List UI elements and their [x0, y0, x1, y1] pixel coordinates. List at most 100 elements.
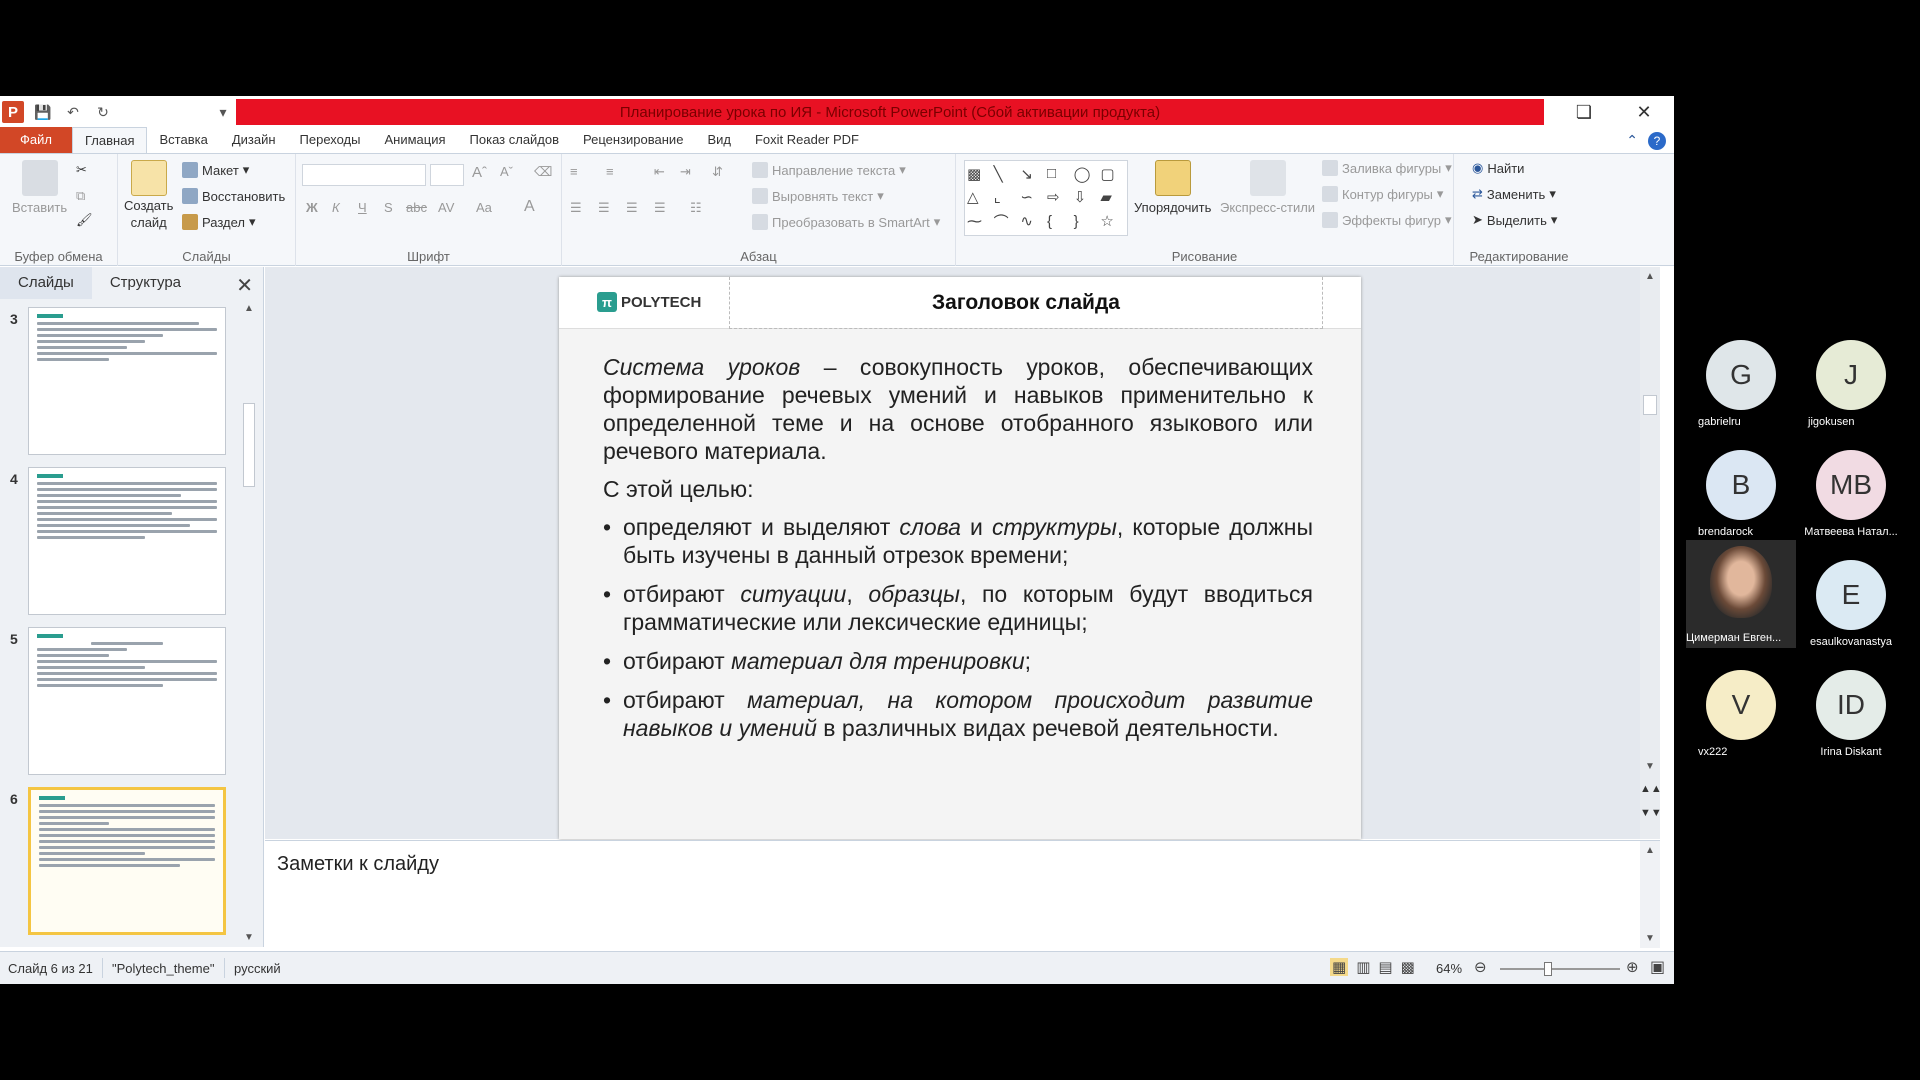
numbering-icon[interactable]: ≡ — [606, 164, 614, 179]
tab-transitions[interactable]: Переходы — [288, 127, 373, 153]
participant-tile[interactable]: MB Матвеева Натал... — [1796, 450, 1906, 560]
layout-button[interactable]: Макет ▾ — [182, 162, 249, 178]
current-slide[interactable]: π POLYTECH Заголовок слайда Система урок… — [559, 277, 1361, 839]
participant-tile[interactable]: V vx222 — [1686, 670, 1796, 780]
shape-right-arrow-icon[interactable]: ⇨ — [1047, 188, 1072, 206]
participant-tile[interactable]: ID Irina Diskant — [1796, 670, 1906, 780]
close-icon[interactable]: ✕ — [236, 273, 253, 298]
shape-scribble-icon[interactable]: ⁓ — [967, 212, 992, 230]
tab-design[interactable]: Дизайн — [220, 127, 288, 153]
columns-icon[interactable]: ☷ — [690, 200, 702, 216]
font-color-icon[interactable]: A — [524, 198, 535, 216]
close-icon[interactable]: ✕ — [1614, 96, 1674, 128]
restore-icon[interactable]: ❏ — [1554, 96, 1614, 128]
shape-curve-icon[interactable]: ∽ — [1020, 188, 1045, 206]
language-indicator[interactable]: русский — [234, 961, 281, 976]
tab-view[interactable]: Вид — [695, 127, 743, 153]
shape-fill-button[interactable]: Заливка фигуры ▾ — [1322, 160, 1452, 176]
help-icon[interactable]: ? — [1648, 132, 1666, 150]
grow-font-icon[interactable]: Aˆ — [472, 164, 487, 181]
panel-scroll-thumb[interactable] — [243, 403, 255, 487]
notes-scrollbar[interactable]: ▲ ▼ — [1640, 841, 1660, 948]
shape-brace-left-icon[interactable]: { — [1047, 213, 1072, 230]
shrink-font-icon[interactable]: Aˇ — [500, 164, 513, 179]
bold-button[interactable]: Ж — [306, 200, 318, 215]
scroll-down-icon[interactable]: ▼ — [1640, 933, 1660, 944]
tab-insert[interactable]: Вставка — [147, 127, 219, 153]
justify-icon[interactable]: ☰ — [654, 200, 666, 216]
fit-to-window-icon[interactable]: ▣ — [1650, 957, 1665, 977]
tab-animation[interactable]: Анимация — [373, 127, 458, 153]
powerpoint-app-icon[interactable]: P — [2, 101, 24, 123]
shape-rect-icon[interactable]: □ — [1047, 165, 1072, 182]
tab-file[interactable]: Файл — [0, 127, 72, 153]
tab-slideshow[interactable]: Показ слайдов — [458, 127, 572, 153]
scroll-up-icon[interactable]: ▲ — [241, 303, 257, 314]
scroll-down-icon[interactable]: ▼ — [1640, 761, 1660, 772]
find-button[interactable]: ◉ Найти — [1472, 160, 1524, 176]
shape-down-arrow-icon[interactable]: ⇩ — [1074, 188, 1099, 206]
italic-button[interactable]: К — [332, 200, 340, 215]
shadow-button[interactable]: S — [384, 200, 393, 215]
slide-thumbnail[interactable]: 5 — [0, 627, 240, 777]
previous-slide-icon[interactable]: ▲▲ — [1640, 783, 1662, 795]
underline-button[interactable]: Ч — [358, 200, 367, 215]
panel-scrollbar[interactable]: ▲ ▼ — [241, 303, 257, 943]
shape-elbow-icon[interactable]: ⌞ — [994, 188, 1019, 206]
slideshow-view-icon[interactable]: ▩ — [1401, 958, 1415, 976]
shape-line-icon[interactable]: ╲ — [994, 165, 1019, 183]
zoom-slider-thumb[interactable] — [1544, 962, 1552, 976]
slide-scroll-thumb[interactable] — [1643, 395, 1657, 415]
font-family-select[interactable] — [302, 164, 426, 186]
align-right-icon[interactable]: ☰ — [626, 200, 638, 216]
line-spacing-icon[interactable]: ⇵ — [712, 164, 723, 180]
format-painter-icon[interactable]: 🖌 — [76, 212, 93, 228]
shape-wave-icon[interactable]: ∿ — [1020, 212, 1045, 230]
copy-icon[interactable]: ⧉ — [76, 188, 85, 204]
reading-view-icon[interactable]: ▤ — [1378, 958, 1392, 976]
slide-thumbnail-selected[interactable]: 6 — [0, 787, 240, 937]
quick-styles-button[interactable]: Экспресс-стили — [1220, 160, 1315, 215]
zoom-in-icon[interactable]: ⊕ — [1626, 958, 1639, 976]
zoom-out-icon[interactable]: ⊖ — [1474, 958, 1487, 976]
scroll-down-icon[interactable]: ▼ — [241, 932, 257, 943]
zoom-slider[interactable] — [1500, 962, 1620, 976]
shape-effects-button[interactable]: Эффекты фигур ▾ — [1322, 212, 1452, 228]
participant-tile[interactable]: J jigokusen — [1796, 340, 1906, 450]
cut-icon[interactable]: ✂ — [76, 162, 87, 178]
align-left-icon[interactable]: ☰ — [570, 200, 582, 216]
scroll-up-icon[interactable]: ▲ — [1640, 845, 1660, 856]
char-spacing-button[interactable]: AV — [438, 200, 454, 215]
qat-customize-icon[interactable]: ▾ — [212, 101, 234, 123]
slide-scrollbar[interactable]: ▲ ▼ ▲▲ ▼▼ — [1640, 267, 1662, 839]
section-button[interactable]: Раздел ▾ — [182, 214, 256, 230]
slide-sorter-icon[interactable]: ▥ — [1356, 958, 1370, 976]
zoom-level[interactable]: 64% — [1436, 961, 1462, 976]
strikethrough-button[interactable]: abc — [406, 200, 427, 215]
scroll-up-icon[interactable]: ▲ — [1640, 271, 1660, 282]
align-center-icon[interactable]: ☰ — [598, 200, 610, 216]
normal-view-icon[interactable]: ▦ — [1330, 958, 1349, 976]
shape-oval-icon[interactable]: ◯ — [1074, 165, 1099, 183]
tab-outline[interactable]: Структура — [92, 267, 199, 299]
increase-indent-icon[interactable]: ⇥ — [680, 164, 691, 180]
reset-button[interactable]: Восстановить — [182, 188, 285, 204]
shape-textbox-icon[interactable]: ▩ — [967, 165, 992, 183]
align-text-button[interactable]: Выровнять текст ▾ — [752, 188, 884, 204]
participant-tile[interactable]: E esaulkovanastya — [1796, 560, 1906, 670]
paste-button[interactable]: Вставить — [12, 160, 67, 215]
slide-title[interactable]: Заголовок слайда — [729, 277, 1323, 329]
participant-tile[interactable]: G gabrielru — [1686, 340, 1796, 450]
redo-icon[interactable]: ↻ — [92, 101, 114, 123]
arrange-button[interactable]: Упорядочить — [1134, 160, 1211, 215]
shape-star-icon[interactable]: ☆ — [1100, 212, 1125, 230]
replace-button[interactable]: ⇄ Заменить ▾ — [1472, 186, 1556, 202]
clear-format-icon[interactable]: ⌫ — [534, 164, 552, 180]
bullets-icon[interactable]: ≡ — [570, 164, 578, 179]
shape-brace-right-icon[interactable]: } — [1074, 213, 1099, 230]
shape-triangle-icon[interactable]: △ — [967, 188, 992, 206]
decrease-indent-icon[interactable]: ⇤ — [654, 164, 665, 180]
notes-pane[interactable]: Заметки к слайду ▲ ▼ — [265, 840, 1660, 948]
shape-arrow-line-icon[interactable]: ↘ — [1020, 165, 1045, 183]
slide-thumbnail[interactable]: 3 — [0, 307, 240, 457]
